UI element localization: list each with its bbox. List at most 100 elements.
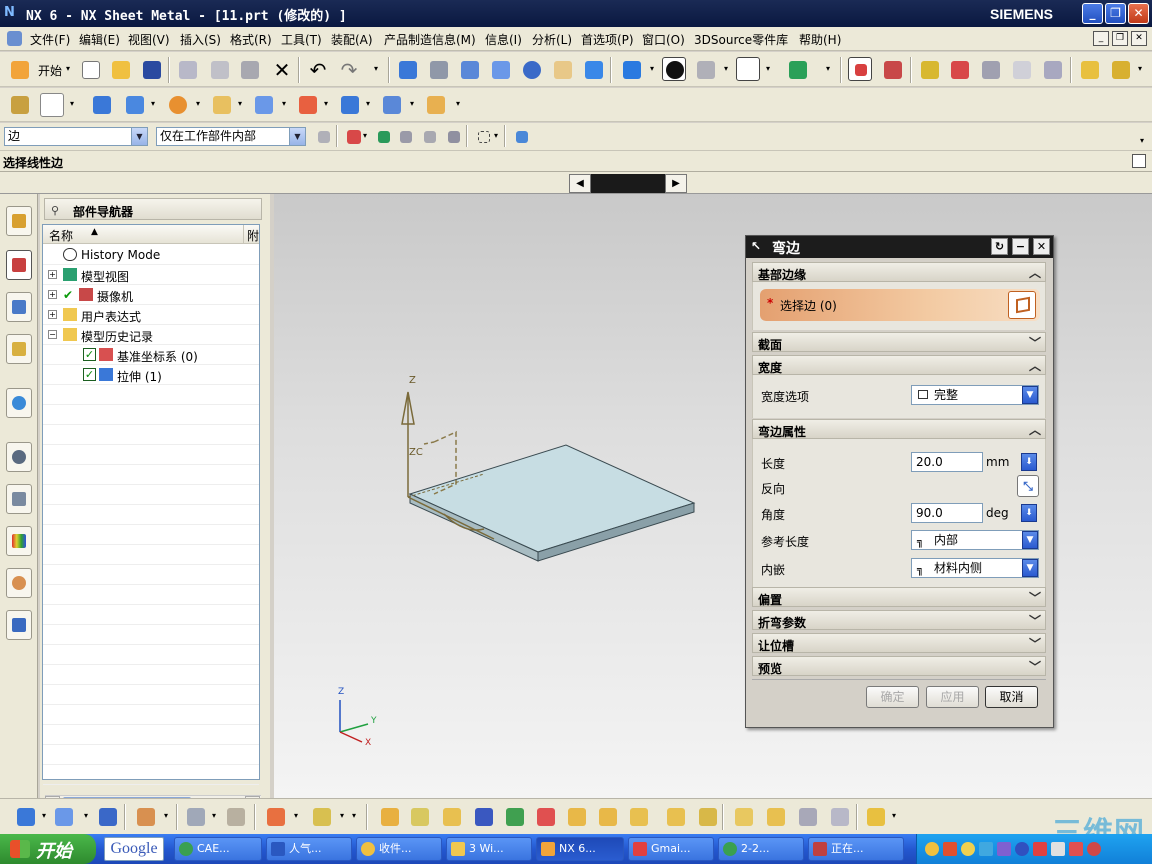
feature-icon-21[interactable] — [764, 805, 788, 829]
tree-row-model-history[interactable]: − 模型历史记录 — [43, 325, 259, 345]
feature-icon-13[interactable] — [503, 805, 527, 829]
feature-icon-19[interactable] — [696, 805, 720, 829]
tab-icon[interactable] — [40, 93, 64, 117]
system-scenes-tab[interactable] — [6, 610, 32, 640]
maximize-button[interactable]: ❐ — [1105, 3, 1126, 24]
louver-icon[interactable] — [338, 93, 362, 117]
snap-arrow-icon[interactable] — [372, 125, 396, 149]
shaded-view-icon[interactable] — [620, 58, 644, 82]
feature-icon-4[interactable] — [134, 805, 158, 829]
tray-icon-3[interactable] — [961, 842, 975, 856]
menu-view[interactable]: 视图(V) — [128, 31, 170, 48]
type-filter-select[interactable]: 边 ▼ — [4, 127, 148, 146]
section-relief[interactable]: 让位槽 ﹀ — [752, 633, 1046, 653]
new-file-icon[interactable] — [79, 58, 103, 82]
menu-window[interactable]: 窗口(O) — [642, 31, 685, 48]
inset-select[interactable]: ╗ 材料内侧 ▼ — [911, 558, 1039, 578]
mdi-close-button[interactable]: ✕ — [1131, 31, 1147, 46]
section-width[interactable]: 宽度 ︿ — [752, 355, 1046, 375]
section-base-edge[interactable]: 基部边缘 ︿ — [752, 262, 1046, 282]
cancel-button[interactable]: 取消 — [985, 686, 1038, 708]
feature-icon-5[interactable] — [184, 805, 208, 829]
menu-information[interactable]: 信息(I) — [485, 31, 522, 48]
save-icon[interactable] — [140, 58, 164, 82]
menu-analysis[interactable]: 分析(L) — [532, 31, 572, 48]
google-toolbar-button[interactable]: Google — [104, 837, 164, 861]
constraint-navigator-tab[interactable] — [6, 334, 32, 364]
tray-icon-8[interactable] — [1051, 842, 1065, 856]
fit-view-icon[interactable] — [396, 58, 420, 82]
layer-icon[interactable] — [786, 58, 810, 82]
selection-filter-icon[interactable] — [312, 125, 336, 149]
menu-file[interactable]: 文件(F) — [30, 31, 70, 48]
visibility-checkbox[interactable]: ✓ — [83, 368, 96, 381]
datum-csys-tool-icon[interactable] — [848, 57, 872, 81]
length-options-icon[interactable]: ⬇ — [1021, 453, 1037, 471]
tree-row-user-expressions[interactable]: + 用户表达式 — [43, 305, 259, 325]
zoom-window-icon[interactable] — [427, 58, 451, 82]
palette-tab[interactable] — [6, 526, 32, 556]
feature-icon-14[interactable] — [534, 805, 558, 829]
menu-edit[interactable]: 编辑(E) — [79, 31, 120, 48]
tree-row-camera[interactable]: + ✔ 摄像机 — [43, 285, 259, 305]
feature-icon-1[interactable] — [14, 805, 38, 829]
feature-icon-6[interactable] — [224, 805, 248, 829]
delete-icon[interactable]: ✕ — [270, 58, 294, 82]
apply-button[interactable]: 应用 — [926, 686, 979, 708]
tray-icon-10[interactable] — [1087, 842, 1101, 856]
visibility-checkbox[interactable]: ✓ — [83, 348, 96, 361]
bend-icon[interactable] — [210, 93, 234, 117]
zoom-icon[interactable] — [458, 58, 482, 82]
cue-options-icon[interactable] — [1132, 154, 1146, 168]
taskbar-item-windows[interactable]: 3 Wi... — [446, 837, 532, 861]
expand-icon[interactable]: + — [48, 270, 57, 279]
minimize-button[interactable]: _ — [1082, 3, 1103, 24]
reuse-library-tab[interactable] — [6, 292, 32, 322]
feature-icon-7[interactable] — [264, 805, 288, 829]
select-icon-3[interactable] — [1010, 58, 1034, 82]
taskbar-item-cae[interactable]: CAE... — [174, 837, 262, 861]
feature-icon-20[interactable] — [732, 805, 756, 829]
zoom-in-out-icon[interactable] — [489, 58, 513, 82]
paste-icon[interactable] — [238, 58, 262, 82]
part-navigator-tab[interactable] — [6, 250, 32, 280]
scope-filter-select[interactable]: 仅在工作部件内部 ▼ — [156, 127, 306, 146]
render-style-icon[interactable] — [662, 57, 686, 81]
menu-help[interactable]: 帮助(H) — [799, 31, 841, 48]
section-bend-parameters[interactable]: 折弯参数 ﹀ — [752, 610, 1046, 630]
body-rule-icon[interactable] — [442, 125, 466, 149]
measure-angle-icon[interactable] — [1109, 58, 1133, 82]
reverse-direction-icon[interactable]: ⤡ — [1017, 475, 1039, 497]
feature-icon-17[interactable] — [627, 805, 651, 829]
redo-icon[interactable]: ↷ — [337, 58, 361, 82]
history-tab[interactable] — [6, 442, 32, 472]
tray-icon-6[interactable] — [1015, 842, 1029, 856]
tray-icon-2[interactable] — [943, 842, 957, 856]
tray-icon-7[interactable] — [1033, 842, 1047, 856]
select-icon-4[interactable] — [1041, 58, 1065, 82]
rotate-icon[interactable] — [520, 58, 544, 82]
flange-icon[interactable] — [90, 93, 114, 117]
section-flange-properties[interactable]: 弯边属性 ︿ — [752, 419, 1046, 439]
background-icon[interactable] — [694, 58, 718, 82]
tree-row-extrude[interactable]: ✓ 拉伸 (1) — [43, 365, 259, 385]
feature-icon-8[interactable] — [310, 805, 334, 829]
menu-assembly[interactable]: 装配(A) — [331, 31, 373, 48]
mdi-minimize-button[interactable]: _ — [1093, 31, 1109, 46]
select-edge-row[interactable]: * 选择边 (0) — [760, 289, 1040, 321]
feature-icon-16[interactable] — [596, 805, 620, 829]
rectangle-select-icon[interactable] — [472, 125, 496, 149]
feature-icon-22[interactable] — [796, 805, 820, 829]
curve-rule-icon[interactable] — [394, 125, 418, 149]
expand-right-icon[interactable]: ▶ — [665, 174, 687, 193]
close-button[interactable]: ✕ — [1128, 3, 1149, 24]
view-orientation-icon[interactable] — [736, 57, 760, 81]
perspective-icon[interactable] — [582, 58, 606, 82]
collapse-left-icon[interactable]: ◀ — [569, 174, 591, 193]
start-button[interactable]: 开始 — [0, 834, 96, 864]
feature-icon-11[interactable] — [440, 805, 464, 829]
open-folder-icon[interactable] — [109, 58, 133, 82]
ref-length-select[interactable]: ╗ 内部 ▼ — [911, 530, 1039, 550]
menu-3dsource[interactable]: 3DSource零件库 — [694, 31, 788, 48]
app-menu-icon[interactable] — [7, 31, 22, 46]
